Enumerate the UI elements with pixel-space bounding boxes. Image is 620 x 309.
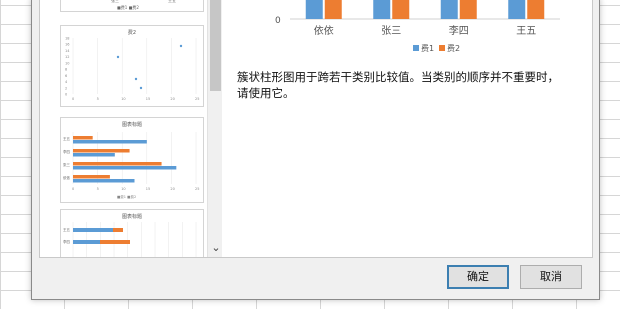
thumb2-legend: ■费1 ■费2 bbox=[117, 194, 136, 199]
thumb1-point bbox=[134, 77, 138, 81]
chart-thumbnail-scatter[interactable]: 费2 18 16 14 12 10 8 6 4 2 0 0 5 10 15 20 25 bbox=[60, 25, 204, 107]
preview-category-label: 李四 bbox=[449, 24, 469, 37]
thumb1-y-tick: 12 bbox=[65, 55, 69, 59]
thumb1-y-tick: 16 bbox=[65, 43, 69, 47]
thumb1-x-tick: 15 bbox=[146, 97, 150, 101]
thumbnail-scrollbar[interactable]: ⌄ bbox=[207, 0, 222, 257]
cancel-button[interactable]: 取消 bbox=[520, 265, 582, 289]
thumb2-bar bbox=[73, 175, 110, 179]
preview-category-label: 王五 bbox=[516, 26, 536, 37]
preview-bar bbox=[373, 0, 391, 19]
preview-bar bbox=[305, 0, 323, 19]
thumb3-bar bbox=[113, 228, 123, 232]
thumb2-bar bbox=[73, 140, 147, 144]
thumb3-category-label: 李四 bbox=[63, 239, 70, 244]
thumb2-bar bbox=[73, 162, 162, 166]
thumb2-bar bbox=[73, 153, 115, 157]
thumb1-x-tick: 25 bbox=[195, 97, 199, 101]
thumb2-category-label: 张三 bbox=[63, 162, 70, 167]
thumb1-point bbox=[139, 86, 143, 90]
thumb2-category-label: 依依 bbox=[63, 175, 70, 180]
chart-dialog-content: 张三 王五 ■费1 ■费2 费2 18 16 14 12 10 8 6 4 2 0 0 5 10 15 20… bbox=[39, 0, 593, 258]
preview-bar bbox=[459, 0, 477, 19]
preview-legend-swatch bbox=[439, 45, 445, 51]
thumb1-x-tick: 10 bbox=[121, 97, 125, 101]
preview-bar bbox=[392, 0, 410, 19]
thumb0-cat-3: 王五 bbox=[168, 0, 176, 3]
thumb1-y-tick: 18 bbox=[65, 37, 69, 41]
chevron-down-icon[interactable]: ⌄ bbox=[209, 241, 222, 255]
thumb3-bar bbox=[100, 240, 130, 244]
thumb2-category-label: 李四 bbox=[63, 149, 70, 154]
thumb2-bar bbox=[73, 136, 93, 140]
preview-legend-swatch bbox=[413, 45, 419, 51]
thumb3-plot: 王五李四 bbox=[63, 222, 197, 257]
chart-description: 簇状柱形图用于跨若干类别比较值。当类别的顺序并不重要时，请使用它。 bbox=[237, 70, 559, 100]
thumb1-y-tick: 0 bbox=[65, 93, 67, 97]
preview-chart: 0 依依 张三 李四 王五费1 费2 bbox=[275, 0, 560, 53]
thumb1-point bbox=[116, 55, 120, 59]
ok-button[interactable]: 确定 bbox=[447, 265, 509, 289]
preview-bar bbox=[324, 0, 342, 19]
scrollbar-thumb[interactable] bbox=[210, 0, 221, 91]
chart-thumbnail-column[interactable]: 张三 王五 ■费1 ■费2 bbox=[60, 0, 204, 12]
thumb2-bar bbox=[73, 179, 135, 183]
preview-category-label: 张三 bbox=[381, 25, 401, 37]
thumb1-x-tick: 20 bbox=[170, 97, 174, 101]
thumb3-bar bbox=[73, 240, 100, 244]
preview-bar bbox=[440, 0, 458, 19]
preview-legend-label: 费1 bbox=[421, 43, 434, 53]
thumb1-y-tick: 14 bbox=[65, 49, 70, 53]
preview-legend-label: 费2 bbox=[447, 43, 460, 53]
chart-preview: 0 依依 张三 李四 王五费1 费2 簇状柱形图用于跨若干类别比较值。当类别的顺序并不重… bbox=[230, 0, 592, 257]
thumb1-plot: 1816141210864200 5 10 15 20 25 bbox=[65, 37, 199, 102]
thumb1-point bbox=[179, 44, 183, 48]
chart-thumbnail-bar[interactable]: 图表标题 0 5 10 15 20 25 王五 李四 张三 依依 ■费1 ■费2 bbox=[60, 117, 204, 203]
thumb3-bar bbox=[73, 228, 113, 232]
preview-bar bbox=[508, 0, 526, 19]
thumb2-x-tick: 0 bbox=[72, 187, 74, 191]
thumb3-category-label: 王五 bbox=[63, 228, 70, 232]
thumb0-legend: ■费1 ■费2 bbox=[117, 4, 139, 10]
chart-dialog: 张三 王五 ■费1 ■费2 费2 18 16 14 12 10 8 6 4 2 0 0 5 10 15 20… bbox=[31, 0, 600, 300]
thumb2-plot: 0 5 10 15 20 25 王五李四张三依依 ■费1 ■费2 bbox=[63, 132, 199, 199]
preview-y-zero: 0 bbox=[275, 16, 281, 26]
thumb2-x-tick: 5 bbox=[97, 187, 99, 191]
thumb1-y-tick: 4 bbox=[65, 80, 68, 84]
thumb0-cat-1: 张三 bbox=[111, 0, 119, 3]
thumb2-bar bbox=[73, 149, 130, 153]
thumb2-x-tick: 15 bbox=[146, 187, 150, 191]
chart-thumbnail-list: 张三 王五 ■费1 ■费2 费2 18 16 14 12 10 8 6 4 2 0 0 5 10 15 20… bbox=[40, 0, 222, 257]
thumb2-bar bbox=[73, 166, 177, 170]
thumb2-x-tick: 20 bbox=[170, 187, 174, 191]
thumb1-x-tick: 5 bbox=[97, 97, 99, 101]
thumb1-y-tick: 2 bbox=[65, 86, 67, 90]
thumb2-category-label: 王五 bbox=[63, 137, 70, 141]
thumb1-y-tick: 10 bbox=[65, 61, 69, 65]
preview-bar bbox=[527, 0, 545, 19]
thumb1-y-tick: 6 bbox=[65, 74, 67, 78]
preview-category-label: 依依 bbox=[314, 24, 334, 37]
chart-thumbnail-stacked-bar[interactable]: 图表标题 王五 李四 bbox=[60, 209, 204, 257]
thumb2-x-tick: 25 bbox=[195, 187, 199, 191]
thumb1-x-tick: 0 bbox=[72, 97, 74, 101]
thumb2-x-tick: 10 bbox=[121, 187, 125, 191]
thumb1-y-tick: 8 bbox=[65, 68, 67, 72]
